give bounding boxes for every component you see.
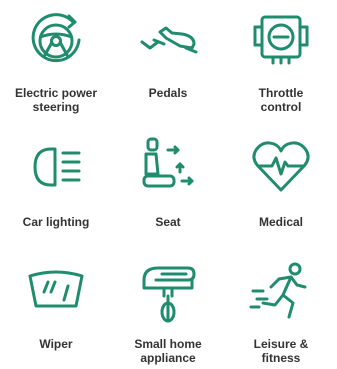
throttle-control-icon xyxy=(249,11,313,67)
item-medical: Medical xyxy=(225,123,337,246)
item-label: Small home appliance xyxy=(134,337,202,365)
item-pedals: Pedals xyxy=(112,0,224,123)
heart-pulse-icon xyxy=(250,138,312,194)
item-seat: Seat xyxy=(112,123,224,246)
car-light-icon xyxy=(25,143,87,191)
item-label: Electric power steering xyxy=(14,86,98,114)
item-car-lighting: Car lighting xyxy=(0,123,112,246)
item-leisure-fitness: Leisure & fitness xyxy=(225,246,337,369)
item-wiper: Wiper xyxy=(0,246,112,369)
item-label: Wiper xyxy=(39,337,73,351)
application-grid: Electric power steering Pedals Throttle … xyxy=(0,0,337,369)
hand-mixer-icon xyxy=(136,262,200,326)
wiper-icon xyxy=(24,264,88,312)
item-small-home-appliance: Small home appliance xyxy=(112,246,224,369)
item-label: Medical xyxy=(258,215,303,229)
item-label: Leisure & fitness xyxy=(253,337,309,365)
pedals-icon xyxy=(136,24,200,56)
steering-wheel-icon xyxy=(26,10,86,70)
item-throttle-control: Throttle control xyxy=(225,0,337,123)
runner-icon xyxy=(249,261,313,325)
item-label: Pedals xyxy=(148,86,188,100)
seat-icon xyxy=(132,136,204,198)
item-electric-power-steering: Electric power steering xyxy=(0,0,112,123)
item-label: Seat xyxy=(155,215,181,229)
item-label: Throttle control xyxy=(258,86,304,114)
item-label: Car lighting xyxy=(22,215,90,229)
